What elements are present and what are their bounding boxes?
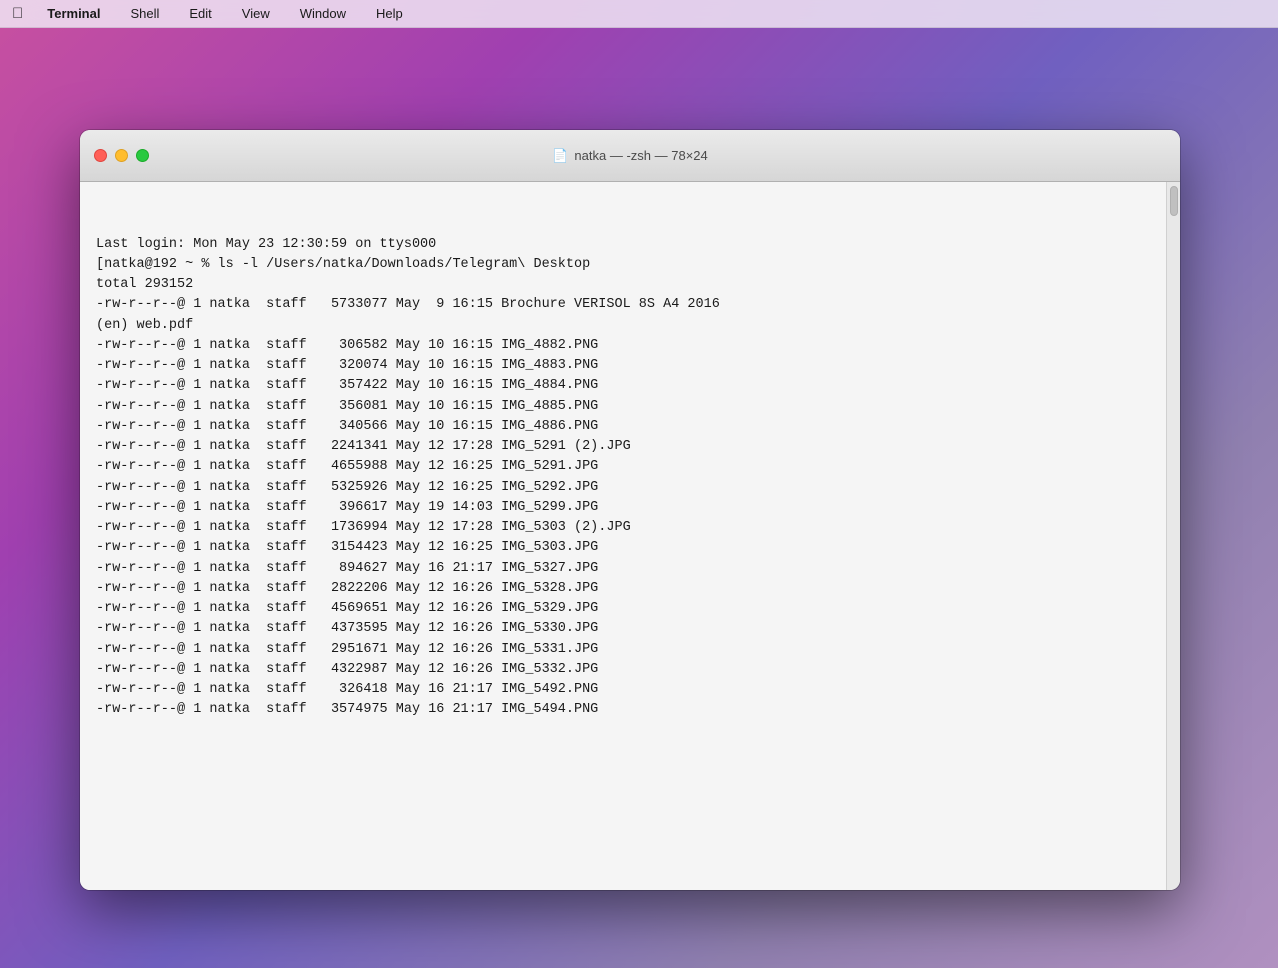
terminal-line: -rw-r--r--@ 1 natka staff 326418 May 16 … xyxy=(96,680,1150,700)
terminal-line: -rw-r--r--@ 1 natka staff 356081 May 10 … xyxy=(96,397,1150,417)
maximize-button[interactable] xyxy=(136,149,149,162)
menu-shell[interactable]: Shell xyxy=(124,4,165,23)
menubar:  Terminal Shell Edit View Window Help xyxy=(0,0,1278,28)
terminal-line: -rw-r--r--@ 1 natka staff 2241341 May 12… xyxy=(96,437,1150,457)
terminal-line: -rw-r--r--@ 1 natka staff 4373595 May 12… xyxy=(96,619,1150,639)
scrollbar-thumb[interactable] xyxy=(1170,186,1178,216)
terminal-line: [natka@192 ~ % ls -l /Users/natka/Downlo… xyxy=(96,255,1150,275)
window-title: 📄 natka — -zsh — 78×24 xyxy=(552,148,708,164)
menu-view[interactable]: View xyxy=(236,4,276,23)
terminal-line: -rw-r--r--@ 1 natka staff 306582 May 10 … xyxy=(96,336,1150,356)
terminal-line: -rw-r--r--@ 1 natka staff 4569651 May 12… xyxy=(96,599,1150,619)
window-title-text: natka — -zsh — 78×24 xyxy=(574,148,707,163)
terminal-body-wrapper: Last login: Mon May 23 12:30:59 on ttys0… xyxy=(80,182,1180,890)
window-icon: 📄 xyxy=(552,148,568,164)
title-bar: 📄 natka — -zsh — 78×24 xyxy=(80,130,1180,182)
terminal-line: Last login: Mon May 23 12:30:59 on ttys0… xyxy=(96,235,1150,255)
terminal-body[interactable]: Last login: Mon May 23 12:30:59 on ttys0… xyxy=(80,182,1166,890)
terminal-line: -rw-r--r--@ 1 natka staff 4322987 May 12… xyxy=(96,660,1150,680)
traffic-lights xyxy=(94,149,149,162)
terminal-line: -rw-r--r--@ 1 natka staff 340566 May 10 … xyxy=(96,417,1150,437)
terminal-line: -rw-r--r--@ 1 natka staff 4655988 May 12… xyxy=(96,457,1150,477)
menu-terminal[interactable]: Terminal xyxy=(41,4,106,23)
terminal-line: -rw-r--r--@ 1 natka staff 5733077 May 9 … xyxy=(96,295,1150,315)
terminal-line: total 293152 xyxy=(96,275,1150,295)
minimize-button[interactable] xyxy=(115,149,128,162)
terminal-line: -rw-r--r--@ 1 natka staff 1736994 May 12… xyxy=(96,518,1150,538)
terminal-line: (en) web.pdf xyxy=(96,316,1150,336)
close-button[interactable] xyxy=(94,149,107,162)
terminal-line: -rw-r--r--@ 1 natka staff 894627 May 16 … xyxy=(96,559,1150,579)
terminal-line: -rw-r--r--@ 1 natka staff 396617 May 19 … xyxy=(96,498,1150,518)
menu-help[interactable]: Help xyxy=(370,4,409,23)
menu-window[interactable]: Window xyxy=(294,4,352,23)
apple-menu[interactable]:  xyxy=(12,5,23,22)
terminal-window: 📄 natka — -zsh — 78×24 Last login: Mon M… xyxy=(80,130,1180,890)
terminal-line: -rw-r--r--@ 1 natka staff 2951671 May 12… xyxy=(96,640,1150,660)
scrollbar[interactable] xyxy=(1166,182,1180,890)
terminal-line: -rw-r--r--@ 1 natka staff 5325926 May 12… xyxy=(96,478,1150,498)
terminal-line: -rw-r--r--@ 1 natka staff 3574975 May 16… xyxy=(96,700,1150,720)
menu-edit[interactable]: Edit xyxy=(183,4,217,23)
terminal-line: -rw-r--r--@ 1 natka staff 3154423 May 12… xyxy=(96,538,1150,558)
terminal-line: -rw-r--r--@ 1 natka staff 2822206 May 12… xyxy=(96,579,1150,599)
terminal-line: -rw-r--r--@ 1 natka staff 320074 May 10 … xyxy=(96,356,1150,376)
terminal-line: -rw-r--r--@ 1 natka staff 357422 May 10 … xyxy=(96,376,1150,396)
